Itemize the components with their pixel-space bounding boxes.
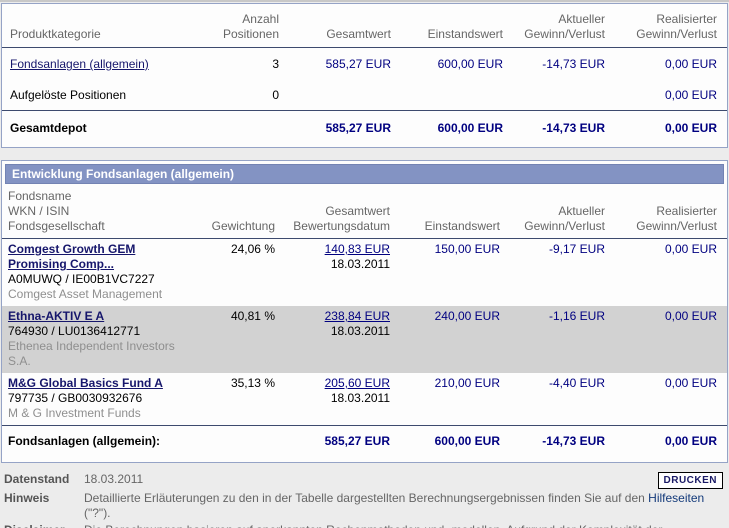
fondsanlagen-link[interactable]: Fondsanlagen (allgemein) (10, 57, 149, 71)
realized-pl-value: 0,00 EUR (664, 88, 717, 102)
valuation-date: 18.03.2011 (330, 391, 390, 405)
cost-value: 600,00 EUR (437, 57, 503, 71)
current-pl-value: -9,17 EUR (548, 242, 605, 256)
fund-row: M&G Global Basics Fund A 797735 / GB0030… (2, 373, 727, 425)
summary-table-header: Produktkategorie Anzahl Positionen Gesam… (2, 4, 727, 47)
section-title-bar: Entwicklung Fondsanlagen (allgemein) (5, 164, 724, 184)
hilfeseiten-link[interactable]: Hilfeseiten (648, 491, 704, 505)
current-pl-value: -14,73 EUR (542, 57, 605, 71)
valuation-date: 18.03.2011 (330, 257, 390, 271)
valuation-date: 18.03.2011 (330, 324, 390, 338)
col-produktkategorie: Produktkategorie (10, 27, 101, 41)
realized-pl-value: 0,00 EUR (664, 57, 717, 71)
col-gesamtwert-bewertungsdatum: Gesamtwert Bewertungsdatum (293, 204, 390, 233)
summary-table: Produktkategorie Anzahl Positionen Gesam… (1, 3, 728, 148)
col-aktueller-gewinn-verlust: Aktueller Gewinn/Verlust (524, 204, 605, 233)
fund-value-link[interactable]: 205,60 EUR (325, 376, 390, 390)
gesamtdepot-row: Gesamtdepot 585,27 EUR 600,00 EUR -14,73… (2, 111, 727, 147)
weight-value: 40,81 % (230, 309, 275, 323)
current-pl-value: -14,73 EUR (542, 434, 605, 448)
col-einstandswert: Einstandswert (424, 219, 500, 233)
total-value: 585,27 EUR (324, 434, 390, 448)
fund-company: Ethenea Independent Investors S.A. (8, 339, 175, 368)
positions-count: 3 (272, 57, 279, 71)
weight-value: 35,13 % (230, 376, 275, 390)
funds-table-header: Fondsname WKN / ISIN Fondsgesellschaft G… (2, 187, 727, 238)
datenstand-value: 18.03.2011 (84, 472, 144, 486)
table-row: Aufgelöste Positionen 0 0,00 EUR (2, 79, 727, 110)
total-value: 585,27 EUR (325, 57, 391, 71)
depot-overview-page: Produktkategorie Anzahl Positionen Gesam… (0, 0, 729, 528)
wkn-isin: A0MUWQ / IE00B1VC7227 (8, 272, 155, 286)
realized-pl-value: 0,00 EUR (664, 242, 717, 256)
funds-table: Entwicklung Fondsanlagen (allgemein) Fon… (1, 160, 728, 463)
col-einstandswert: Einstandswert (427, 27, 503, 41)
disclaimer-text: Die Berechnungen basieren auf anerkannte… (84, 523, 725, 528)
cost-value: 150,00 EUR (434, 242, 500, 256)
total-value: 585,27 EUR (325, 121, 391, 135)
fund-row: Ethna-AKTIV E A 764930 / LU0136412771 Et… (2, 306, 727, 373)
table-row: Fondsanlagen (allgemein) 3 585,27 EUR 60… (2, 48, 727, 79)
print-button[interactable]: DRUCKEN (657, 472, 723, 489)
funds-total-row: Fondsanlagen (allgemein): 585,27 EUR 600… (2, 426, 727, 462)
hinweis-text: Detaillierte Erläuterungen zu den in der… (84, 491, 705, 520)
funds-total-label: Fondsanlagen (allgemein): (8, 434, 161, 448)
col-gewichtung: Gewichtung (211, 219, 275, 233)
col-realisierter-gewinn-verlust: Realisierter Gewinn/Verlust (636, 12, 717, 41)
gesamtdepot-label: Gesamtdepot (10, 121, 87, 135)
top-divider (0, 0, 729, 2)
fund-name-link[interactable]: M&G Global Basics Fund A (8, 376, 163, 390)
fund-name-link[interactable]: Ethna-AKTIV E A (8, 309, 104, 323)
wkn-isin: 764930 / LU0136412771 (8, 324, 141, 338)
cost-value: 600,00 EUR (434, 434, 500, 448)
fund-row: Comgest Growth GEM Promising Comp... A0M… (2, 239, 727, 306)
datenstand-label: Datenstand (4, 472, 70, 486)
cost-value: 240,00 EUR (434, 309, 500, 323)
realized-pl-value: 0,00 EUR (664, 121, 717, 135)
positions-count: 0 (272, 88, 279, 102)
fund-value-link[interactable]: 238,84 EUR (325, 309, 390, 323)
col-anzahl-positionen: Anzahl Positionen (222, 12, 279, 41)
hinweis-label: Hinweis (4, 491, 50, 505)
realized-pl-value: 0,00 EUR (664, 434, 717, 448)
fund-value-link[interactable]: 140,83 EUR (325, 242, 390, 256)
category-label: Aufgelöste Positionen (10, 88, 127, 102)
col-fondsname: Fondsname WKN / ISIN Fondsgesellschaft (8, 189, 105, 233)
current-pl-value: -14,73 EUR (542, 121, 605, 135)
fund-company: M & G Investment Funds (8, 406, 141, 420)
current-pl-value: -4,40 EUR (548, 376, 605, 390)
footer-notes: Datenstand 18.03.2011 DRUCKEN Hinweis De… (0, 463, 729, 528)
fund-company: Comgest Asset Management (8, 287, 163, 301)
weight-value: 24,06 % (230, 242, 275, 256)
wkn-isin: 797735 / GB0030932676 (8, 391, 143, 405)
current-pl-value: -1,16 EUR (548, 309, 605, 323)
cost-value: 210,00 EUR (434, 376, 500, 390)
col-gesamtwert: Gesamtwert (326, 27, 391, 41)
cost-value: 600,00 EUR (437, 121, 503, 135)
fund-name-link[interactable]: Comgest Growth GEM Promising Comp... (8, 242, 135, 271)
col-realisierter-gewinn-verlust: Realisierter Gewinn/Verlust (636, 204, 717, 233)
col-aktueller-gewinn-verlust: Aktueller Gewinn/Verlust (524, 12, 605, 41)
realized-pl-value: 0,00 EUR (664, 309, 717, 323)
realized-pl-value: 0,00 EUR (664, 376, 717, 390)
disclaimer-label: Disclaimer (4, 523, 84, 528)
